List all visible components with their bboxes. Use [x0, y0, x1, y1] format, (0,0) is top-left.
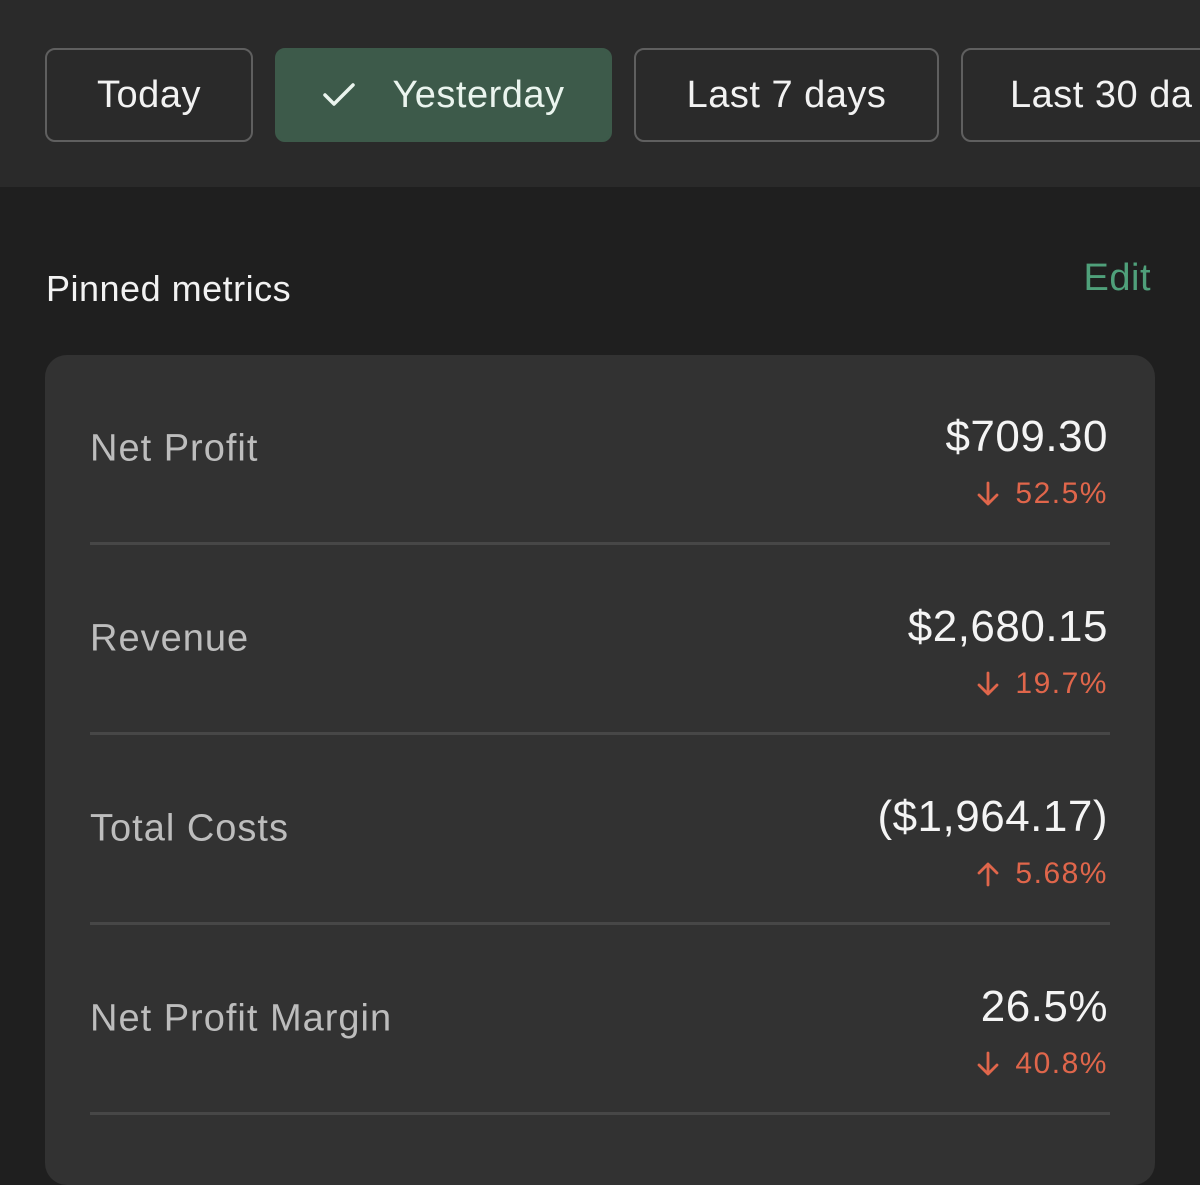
metric-change: 52.5%: [977, 477, 1108, 511]
metric-value: 26.5%: [980, 982, 1108, 1031]
arrow-down-icon: [977, 671, 999, 697]
metric-value: ($1,964.17): [877, 792, 1108, 841]
edit-button[interactable]: Edit: [1084, 257, 1151, 300]
filter-last-7-days-label: Last 7 days: [686, 73, 887, 116]
metric-change-value: 40.8%: [1015, 1047, 1108, 1080]
metric-label: Net Profit: [90, 427, 259, 469]
metric-row-net-profit-margin[interactable]: Net Profit Margin 26.5% 40.8%: [90, 925, 1110, 1115]
metric-value: $2,680.15: [907, 602, 1108, 651]
metric-row-revenue[interactable]: Revenue $2,680.15 19.7%: [90, 545, 1110, 735]
filter-yesterday-label: Yesterday: [392, 73, 565, 116]
metric-change: 19.7%: [977, 667, 1108, 701]
arrow-down-icon: [977, 481, 999, 507]
filter-last-7-days-button[interactable]: Last 7 days: [634, 48, 939, 142]
filter-today-label: Today: [97, 73, 201, 116]
filter-today-button[interactable]: Today: [45, 48, 253, 142]
filter-last-30-days-button[interactable]: Last 30 da: [961, 48, 1200, 142]
metric-label: Net Profit Margin: [90, 997, 393, 1039]
metric-row-net-profit[interactable]: Net Profit $709.30 52.5%: [90, 355, 1110, 545]
metric-change-value: 19.7%: [1015, 667, 1108, 700]
arrow-down-icon: [977, 1051, 999, 1077]
metric-change-value: 5.68%: [1015, 857, 1108, 890]
pinned-metrics-title: Pinned metrics: [46, 268, 292, 309]
metric-change: 5.68%: [977, 857, 1108, 891]
metric-value: $709.30: [945, 412, 1108, 461]
metric-change-value: 52.5%: [1015, 477, 1108, 510]
filter-yesterday-button[interactable]: Yesterday: [275, 48, 612, 142]
date-filter-bar: Today Yesterday Last 7 days Last 30 da: [0, 0, 1200, 187]
checkmark-icon: [322, 82, 356, 108]
filter-last-30-days-label: Last 30 da: [1010, 73, 1193, 116]
metric-label: Total Costs: [90, 807, 289, 849]
metric-label: Revenue: [90, 617, 250, 659]
arrow-up-icon: [977, 861, 999, 887]
pinned-metrics-card: Net Profit $709.30 52.5% Revenue $2,680.…: [45, 355, 1155, 1185]
metric-row-total-costs[interactable]: Total Costs ($1,964.17) 5.68%: [90, 735, 1110, 925]
metric-change: 40.8%: [977, 1047, 1108, 1081]
